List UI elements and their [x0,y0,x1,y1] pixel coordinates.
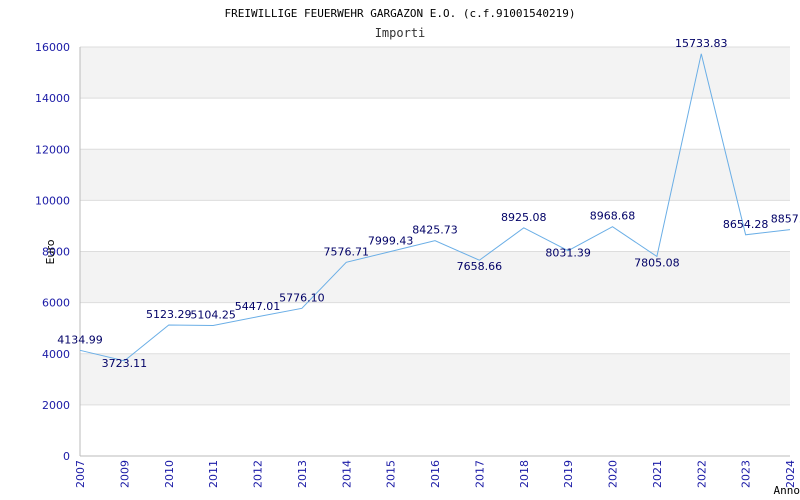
y-tick-label: 12000 [35,143,70,156]
data-label: 8925.08 [501,211,547,224]
data-label: 5104.25 [190,309,236,322]
data-label: 3723.11 [102,357,148,370]
data-label: 8425.73 [412,224,458,237]
data-label: 5447.01 [235,300,281,313]
data-label: 8968.68 [590,210,636,223]
data-label: 7999.43 [368,235,414,248]
data-label: 5123.29 [146,308,192,321]
x-tick-label: 2015 [385,460,398,488]
data-label: 7658.66 [457,260,503,273]
y-tick-label: 2000 [42,399,70,412]
chart-title: FREIWILLIGE FEUERWEHR GARGAZON E.O. (c.f… [225,7,576,20]
line-chart: 0200040006000800010000120001400016000 20… [35,7,800,497]
x-tick-label: 2021 [651,460,664,488]
chart-subtitle: Importi [375,26,426,40]
y-tick-label: 16000 [35,41,70,54]
y-tick-label: 10000 [35,194,70,207]
x-tick-label: 2020 [607,460,620,488]
background-band [80,47,790,99]
x-axis-label: Anno [774,484,800,497]
x-tick-labels: 2007 2009 2010 2011 2012 2013 2014 2015 2016 2017… [74,460,797,488]
data-label: 8857.4 [771,213,800,226]
data-label: 7805.08 [634,256,680,269]
x-tick-label: 2017 [473,460,486,488]
y-tick-label: 4000 [42,348,70,361]
x-tick-label: 2019 [562,460,575,488]
y-tick-label: 6000 [42,297,70,310]
y-axis-label: Euro [44,239,57,264]
x-tick-label: 2023 [740,460,753,488]
x-tick-label: 2013 [296,460,309,488]
x-tick-label: 2011 [207,460,220,488]
x-tick-label: 2016 [429,460,442,488]
data-label: 4134.99 [57,333,103,346]
y-tick-label: 0 [63,450,70,463]
data-label: 7576.71 [324,245,370,258]
background-band [80,251,790,303]
x-tick-label: 2022 [695,460,708,488]
x-tick-label: 2009 [118,460,131,488]
data-label: 8654.28 [723,218,769,231]
y-tick-label: 14000 [35,92,70,105]
data-label: 5776.10 [279,291,325,304]
x-tick-label: 2012 [252,460,265,488]
data-label: 15733.83 [675,37,728,50]
background-band [80,149,790,201]
x-tick-label: 2018 [518,460,531,488]
data-label: 8031.39 [545,247,591,260]
x-tick-label: 2007 [74,460,87,488]
x-tick-label: 2010 [163,460,176,488]
background-band [80,353,790,405]
x-tick-label: 2014 [340,460,353,488]
